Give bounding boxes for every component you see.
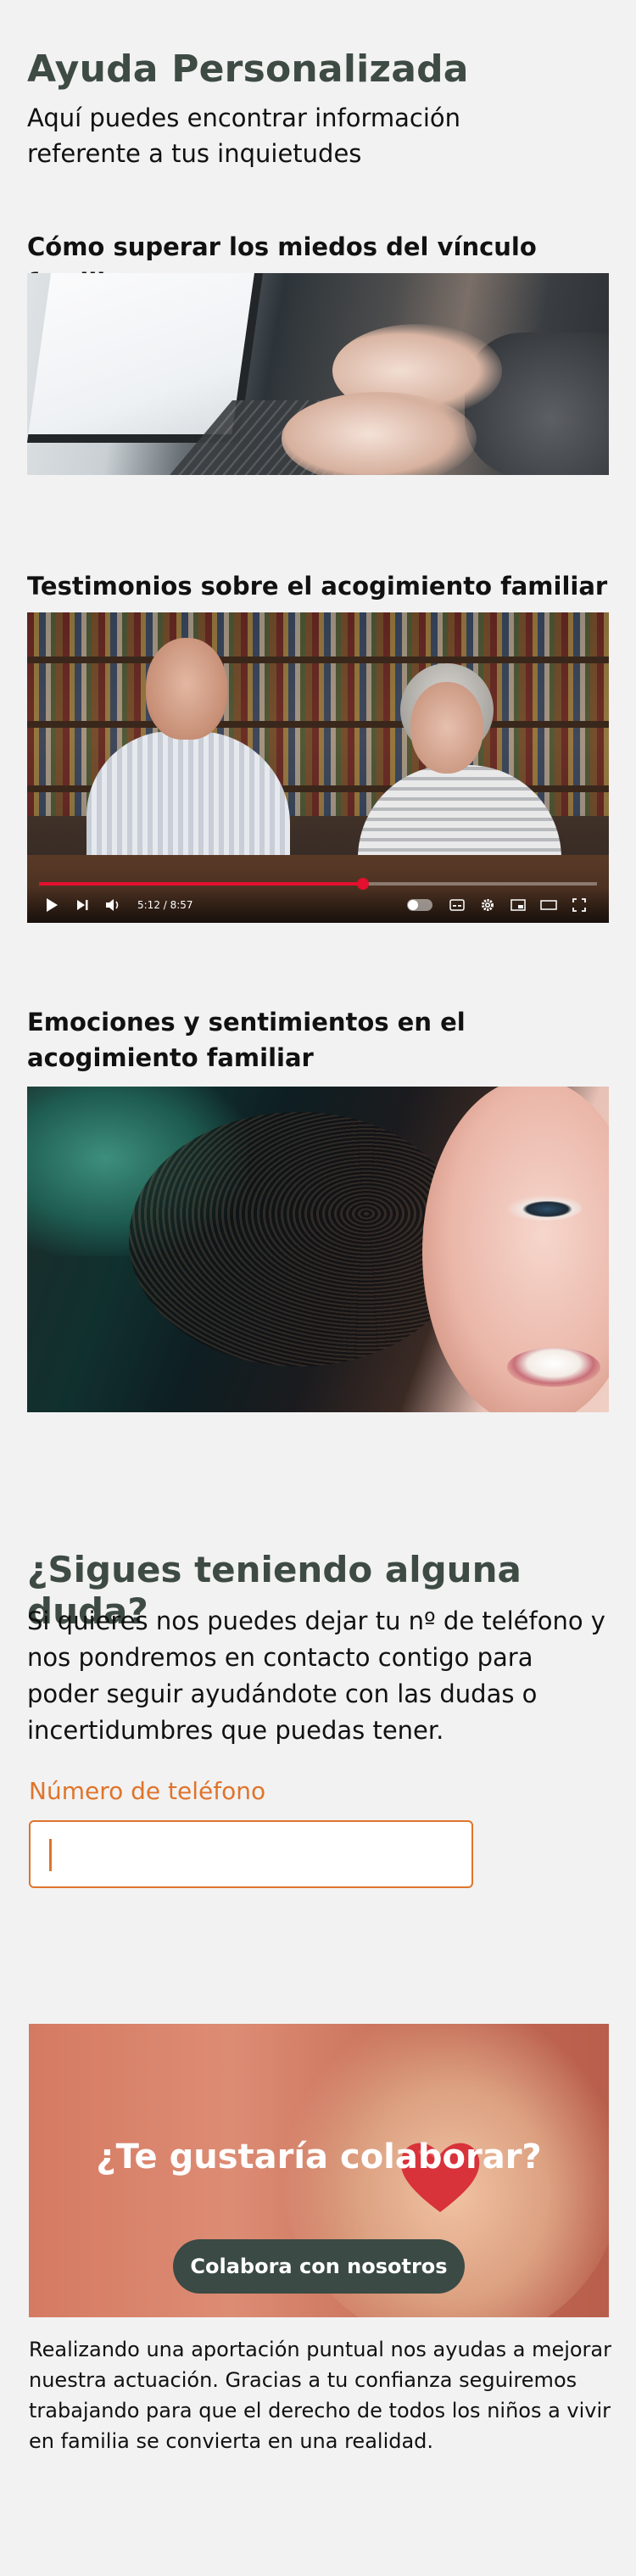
skip-next-icon (77, 900, 88, 910)
child-smile (507, 1348, 600, 1387)
section-title-emociones: Emociones y sentimientos en el acogimien… (27, 1008, 466, 1072)
collaborate-button[interactable]: Colabora con nosotros (173, 2239, 465, 2294)
subtitles-icon (449, 899, 465, 911)
testimonials-video[interactable]: 5:12 / 8:57 (27, 612, 609, 923)
laptop-hands-image[interactable] (27, 273, 609, 475)
collaborate-banner: ¿Te gustaría colaborar? Colabora con nos… (29, 2024, 609, 2317)
fullscreen-button[interactable] (566, 892, 592, 918)
child-smiling-image[interactable] (27, 1087, 609, 1412)
volume-icon (106, 899, 119, 911)
play-button[interactable] (39, 892, 64, 918)
question-text: Si quieres nos puedes dejar tu nº de tel… (27, 1607, 605, 1745)
text-caret (49, 1839, 52, 1871)
man-head (146, 638, 227, 740)
video-time: 5:12 / 8:57 (137, 899, 193, 911)
collaborate-description: Realizando una aportación puntual nos ay… (29, 2338, 611, 2453)
video-controls: 5:12 / 8:57 (27, 887, 609, 923)
page: Ayuda Personalizada Aquí puedes encontra… (0, 0, 636, 2576)
next-button[interactable] (70, 892, 95, 918)
section-title-testimonios: Testimonios sobre el acogimiento familia… (27, 572, 608, 601)
phone-input[interactable] (29, 1820, 473, 1888)
child-eye (505, 1195, 582, 1221)
gear-icon (482, 899, 494, 911)
play-icon (47, 898, 58, 912)
volume-button[interactable] (100, 892, 126, 918)
phone-label: Número de teléfono (29, 1777, 266, 1805)
miniplayer-icon (510, 899, 526, 911)
video-progress-bar[interactable] (39, 878, 597, 890)
theater-mode-icon (540, 900, 557, 910)
theater-mode-button[interactable] (536, 892, 561, 918)
page-title: Ayuda Personalizada (27, 47, 469, 91)
woman-head (410, 682, 483, 774)
subtitles-button[interactable] (444, 892, 470, 918)
collaborate-title: ¿Te gustaría colaborar? (96, 2137, 542, 2176)
miniplayer-button[interactable] (505, 892, 531, 918)
child-hair (129, 1112, 468, 1366)
autoplay-toggle[interactable] (407, 899, 432, 911)
fullscreen-icon (572, 898, 586, 912)
settings-button[interactable] (475, 892, 500, 918)
video-progress-fill (39, 882, 363, 886)
page-subtitle: Aquí puedes encontrar información refere… (27, 103, 461, 168)
